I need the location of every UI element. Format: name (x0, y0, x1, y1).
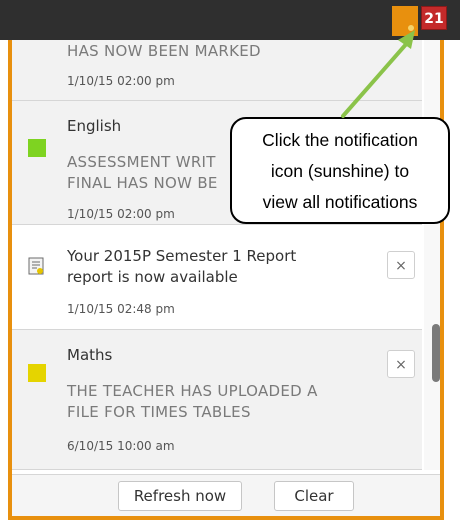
callout-arrow (341, 30, 415, 118)
